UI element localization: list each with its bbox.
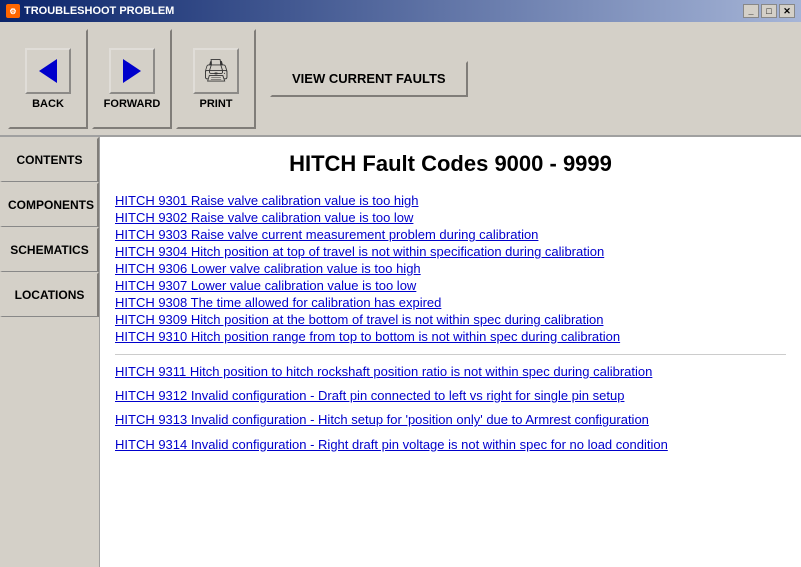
forward-button[interactable]: FORWARD [92,29,172,129]
content-area[interactable]: HITCH Fault Codes 9000 - 9999 HITCH 9301… [100,137,801,567]
fault-9309[interactable]: HITCH 9309 Hitch position at the bottom … [115,312,786,327]
fault-9301[interactable]: HITCH 9301 Raise valve calibration value… [115,193,786,208]
fault-9303[interactable]: HITCH 9303 Raise valve current measureme… [115,227,786,242]
fault-9311[interactable]: HITCH 9311 Hitch position to hitch rocks… [115,363,786,381]
sidebar-contents-label: CONTENTS [17,153,83,167]
fault-group-2: HITCH 9311 Hitch position to hitch rocks… [115,363,786,454]
back-button[interactable]: BACK [8,29,88,129]
forward-label: FORWARD [104,98,161,110]
sidebar-item-contents[interactable]: CONTENTS [0,137,99,182]
divider [115,354,786,355]
toolbar: BACK FORWARD 🖨 PRINT VIEW CURRENT FAULTS [0,22,801,137]
fault-9313[interactable]: HITCH 9313 Invalid configuration - Hitch… [115,411,786,429]
sidebar-item-schematics[interactable]: SCHEMATICS [0,227,99,272]
fault-9304[interactable]: HITCH 9304 Hitch position at top of trav… [115,244,786,259]
view-faults-button[interactable]: VIEW CURRENT FAULTS [270,61,468,97]
maximize-button[interactable]: □ [761,4,777,18]
sidebar-schematics-label: SCHEMATICS [10,243,88,257]
sidebar-item-locations[interactable]: LOCATIONS [0,272,99,317]
fault-9310[interactable]: HITCH 9310 Hitch position range from top… [115,329,786,344]
sidebar-item-components[interactable]: COMPONENTS [0,182,99,227]
print-label: PRINT [200,98,233,110]
title-bar-left: ⚙ TROUBLESHOOT PROBLEM [6,4,174,18]
print-icon-container: 🖨 [193,48,239,94]
close-button[interactable]: ✕ [779,4,795,18]
forward-arrow-icon [123,59,141,83]
fault-9302[interactable]: HITCH 9302 Raise valve calibration value… [115,210,786,225]
sidebar-components-label: COMPONENTS [8,198,94,212]
sidebar-locations-label: LOCATIONS [15,288,85,302]
app-icon: ⚙ [6,4,20,18]
title-controls[interactable]: _ □ ✕ [743,4,795,18]
back-arrow-icon [39,59,57,83]
sidebar: CONTENTS COMPONENTS SCHEMATICS LOCATIONS [0,137,100,567]
fault-9308[interactable]: HITCH 9308 The time allowed for calibrat… [115,295,786,310]
fault-9307[interactable]: HITCH 9307 Lower value calibration value… [115,278,786,293]
back-label: BACK [32,98,64,110]
print-button[interactable]: 🖨 PRINT [176,29,256,129]
fault-9306[interactable]: HITCH 9306 Lower valve calibration value… [115,261,786,276]
print-icon: 🖨 [202,58,230,84]
back-icon-container [25,48,71,94]
title-bar: ⚙ TROUBLESHOOT PROBLEM _ □ ✕ [0,0,801,22]
fault-group-1: HITCH 9301 Raise valve calibration value… [115,193,786,344]
fault-9314[interactable]: HITCH 9314 Invalid configuration - Right… [115,436,786,454]
view-faults-label: VIEW CURRENT FAULTS [292,71,446,86]
forward-icon-container [109,48,155,94]
minimize-button[interactable]: _ [743,4,759,18]
title-text: TROUBLESHOOT PROBLEM [24,5,174,17]
content-title: HITCH Fault Codes 9000 - 9999 [115,151,786,177]
main-area: CONTENTS COMPONENTS SCHEMATICS LOCATIONS… [0,137,801,567]
fault-9312[interactable]: HITCH 9312 Invalid configuration - Draft… [115,387,786,405]
